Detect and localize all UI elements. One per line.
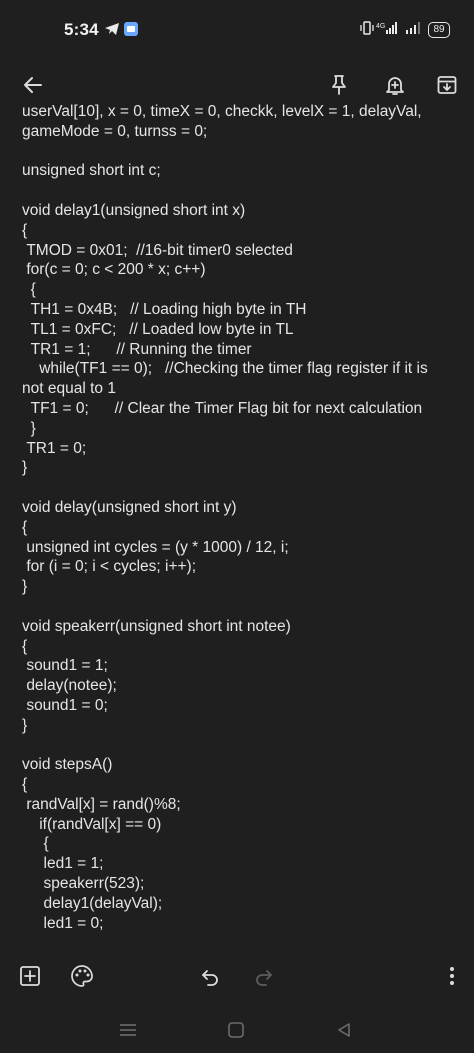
note-line: { [22, 221, 28, 239]
note-bottom-toolbar [0, 948, 474, 1008]
cellular-signal-2-icon [404, 21, 424, 40]
status-time: 5:34 [64, 20, 99, 39]
note-line: } [22, 716, 28, 734]
note-line: delay1(delayVal); [22, 894, 163, 912]
note-line: { [22, 518, 28, 536]
note-line: } [22, 459, 28, 477]
status-bar: 5:34 4G 89 [0, 0, 474, 60]
note-body[interactable]: userVal[10], x = 0, timeX = 0, checkk, l… [22, 102, 452, 948]
svg-text:4G: 4G [376, 23, 385, 30]
note-line: userVal[10], x = 0, timeX = 0, checkk, l… [22, 103, 422, 120]
note-line [22, 597, 452, 617]
note-line: { [22, 637, 28, 655]
notes-editor-screen: 5:34 4G 89 userVal[10], x = 0, timeX = 0… [0, 0, 474, 1053]
note-line: speakerr(523); [22, 875, 145, 893]
note-line: TMOD = 0x01; //16-bit timer0 selected [22, 241, 293, 259]
note-line: TF1 = 0; // Clear the Timer Flag bit for… [22, 399, 423, 417]
note-line [22, 478, 452, 498]
note-line: delay(notee); [22, 677, 117, 695]
arrow-left-icon[interactable] [18, 70, 48, 100]
app-notification-icon [124, 22, 138, 41]
note-line: unsigned short int c; [22, 162, 161, 180]
note-line [22, 142, 452, 162]
palette-icon[interactable] [68, 962, 96, 990]
note-line: sound1 = 0; [22, 696, 108, 714]
note-line: not equal to 1 [22, 380, 116, 398]
system-nav-bar [0, 1008, 474, 1053]
telegram-icon [104, 22, 120, 41]
note-line: } [22, 419, 36, 437]
battery-icon: 89 [428, 22, 450, 38]
note-line: gameMode = 0, turnss = 0; [22, 122, 208, 140]
note-line: led1 = 1; [22, 855, 104, 873]
add-box-icon[interactable] [16, 962, 44, 990]
back-triangle-icon[interactable] [332, 1018, 356, 1042]
note-line: void speakerr(unsigned short int notee) [22, 617, 291, 635]
note-line: void delay(unsigned short int y) [22, 498, 237, 516]
redo-icon[interactable] [250, 962, 278, 990]
note-line: unsigned int cycles = (y * 1000) / 12, i… [22, 538, 289, 556]
more-vert-icon[interactable] [438, 962, 466, 990]
note-line: void stepsA() [22, 756, 113, 774]
home-icon[interactable] [224, 1018, 248, 1042]
note-line [22, 181, 452, 201]
note-line: for(c = 0; c < 200 * x; c++) [22, 261, 206, 279]
note-line: while(TF1 == 0); //Checking the timer fl… [22, 360, 428, 378]
note-line: TR1 = 0; [22, 439, 87, 457]
note-line: sound1 = 1; [22, 657, 108, 675]
note-line: void delay1(unsigned short int x) [22, 201, 246, 219]
note-line: TH1 = 0x4B; // Loading high byte in TH [22, 300, 307, 318]
pin-icon[interactable] [324, 70, 354, 100]
recent-apps-icon[interactable] [116, 1018, 140, 1042]
note-line: { [22, 776, 28, 794]
reminder-bell-icon[interactable] [380, 70, 410, 100]
note-line: for (i = 0; i < cycles; i++); [22, 558, 197, 576]
note-line: TL1 = 0xFC; // Loaded low byte in TL [22, 320, 294, 338]
note-line: { [22, 281, 36, 299]
note-line: } [22, 578, 28, 596]
note-line: { [22, 835, 49, 853]
note-line: randVal[x] = rand()%8; [22, 795, 181, 813]
undo-icon[interactable] [196, 962, 224, 990]
cellular-signal-icon: 4G [376, 21, 400, 40]
vibrate-icon [360, 21, 374, 40]
note-line: led1 = 0; [22, 914, 104, 932]
archive-icon[interactable] [432, 70, 462, 100]
note-line [22, 736, 452, 756]
note-line: if(randVal[x] == 0) [22, 815, 162, 833]
note-line: TR1 = 1; // Running the timer [22, 340, 252, 358]
